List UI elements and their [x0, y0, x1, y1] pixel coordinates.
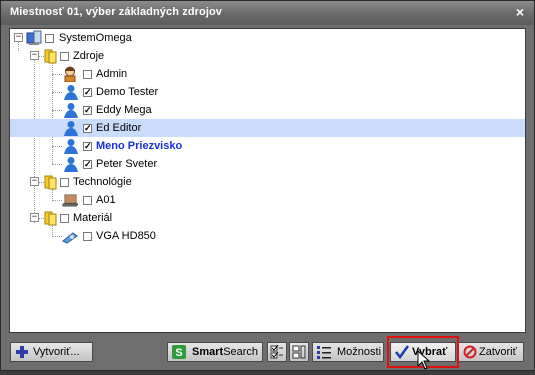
checklist-icon: [270, 344, 284, 359]
tree-node-item[interactable]: Admin: [10, 65, 525, 83]
checkbox[interactable]: [45, 34, 54, 43]
collapse-toggle[interactable]: −: [30, 177, 39, 186]
checkbox[interactable]: [83, 232, 92, 241]
tree-node-item[interactable]: VGA HD850: [10, 227, 525, 245]
checkbox[interactable]: ✓: [83, 88, 92, 97]
tree-node-label: A01: [96, 194, 116, 206]
user-icon: [62, 138, 78, 154]
tree-node-group-zdroje[interactable]: − Zdroje: [10, 47, 525, 65]
tree-node-label: VGA HD850: [96, 230, 156, 242]
create-label: Vytvoriť...: [33, 346, 80, 358]
close-label: Zatvoriť: [479, 346, 517, 358]
tree-node-label: Zdroje: [73, 50, 105, 62]
user-icon: [62, 156, 78, 172]
title-bar[interactable]: Miestnosť 01, výber základných zdrojov ×: [1, 1, 534, 25]
tree-node-label: Admin: [96, 68, 128, 80]
resource-tree[interactable]: − SystemOmega − Zdroje Admin ✓ Demo Test…: [9, 28, 526, 333]
checkbox[interactable]: [83, 196, 92, 205]
close-button[interactable]: Zatvoriť: [458, 342, 524, 362]
admin-user-icon: [62, 66, 78, 83]
uncheck-all-button[interactable]: [289, 342, 309, 362]
checkbox[interactable]: ✓: [83, 142, 92, 151]
collapse-toggle[interactable]: −: [14, 33, 23, 42]
plus-icon: [15, 345, 29, 359]
list-icon: [317, 345, 331, 359]
user-icon: [62, 84, 78, 100]
tree-node-item[interactable]: ✓ Meno Priezvisko: [10, 137, 525, 155]
folder-icon: [43, 174, 59, 190]
collapse-toggle[interactable]: −: [30, 213, 39, 222]
folder-icon: [43, 210, 59, 226]
close-icon[interactable]: ×: [512, 4, 528, 20]
tree-node-label: Eddy Mega: [96, 104, 152, 116]
cancel-icon: [463, 345, 477, 359]
folder-icon: [43, 48, 59, 64]
create-button[interactable]: Vytvoriť...: [10, 342, 93, 362]
options-label: Možnosti: [337, 346, 382, 358]
svg-text:S: S: [175, 347, 182, 359]
tree-node-item[interactable]: ✓ Peter Sveter: [10, 155, 525, 173]
tree-node-group-technologie[interactable]: − Technológie: [10, 173, 525, 191]
laptop-icon: [62, 192, 80, 208]
collapse-toggle[interactable]: −: [30, 51, 39, 60]
user-icon: [62, 120, 78, 136]
checkbox[interactable]: ✓: [83, 106, 92, 115]
smartsearch-icon: S: [172, 345, 186, 359]
tree-node-item[interactable]: ✓ Eddy Mega: [10, 101, 525, 119]
system-icon: [26, 30, 42, 46]
tree-node-item[interactable]: ✓ Demo Tester: [10, 83, 525, 101]
mouse-cursor-icon: [417, 349, 433, 372]
tree-node-item-selected[interactable]: ✓ Ed Editor: [10, 119, 525, 137]
tree-node-label: SystemOmega: [59, 32, 132, 44]
tree-node-group-material[interactable]: − Materiál: [10, 209, 525, 227]
tree-node-label: Peter Sveter: [96, 158, 158, 170]
checkbox[interactable]: [83, 70, 92, 79]
tree-node-root[interactable]: − SystemOmega: [10, 29, 525, 47]
check-all-button[interactable]: [267, 342, 287, 362]
smartsearch-button[interactable]: S SmartSearch: [167, 342, 263, 362]
tree-node-label: Materiál: [73, 212, 113, 224]
tree-node-item[interactable]: A01: [10, 191, 525, 209]
checkbox[interactable]: [60, 178, 69, 187]
empty-checklist-icon: [292, 345, 306, 359]
tree-node-label: Demo Tester: [96, 86, 159, 98]
checkbox[interactable]: ✓: [83, 124, 92, 133]
checkbox[interactable]: ✓: [83, 160, 92, 169]
options-button[interactable]: Možnosti: [312, 342, 384, 362]
resource-selection-dialog: Miestnosť 01, výber základných zdrojov ×…: [0, 0, 535, 371]
smartsearch-label: SmartSearch: [192, 346, 259, 358]
window-title: Miestnosť 01, výber základných zdrojov: [10, 6, 223, 18]
user-icon: [62, 102, 78, 118]
checkbox[interactable]: [60, 52, 69, 61]
tree-node-label: Ed Editor: [96, 122, 142, 134]
tree-node-label: Technológie: [73, 176, 132, 188]
tree-node-label: Meno Priezvisko: [96, 140, 183, 152]
hardware-icon: [62, 228, 78, 244]
checkbox[interactable]: [60, 214, 69, 223]
